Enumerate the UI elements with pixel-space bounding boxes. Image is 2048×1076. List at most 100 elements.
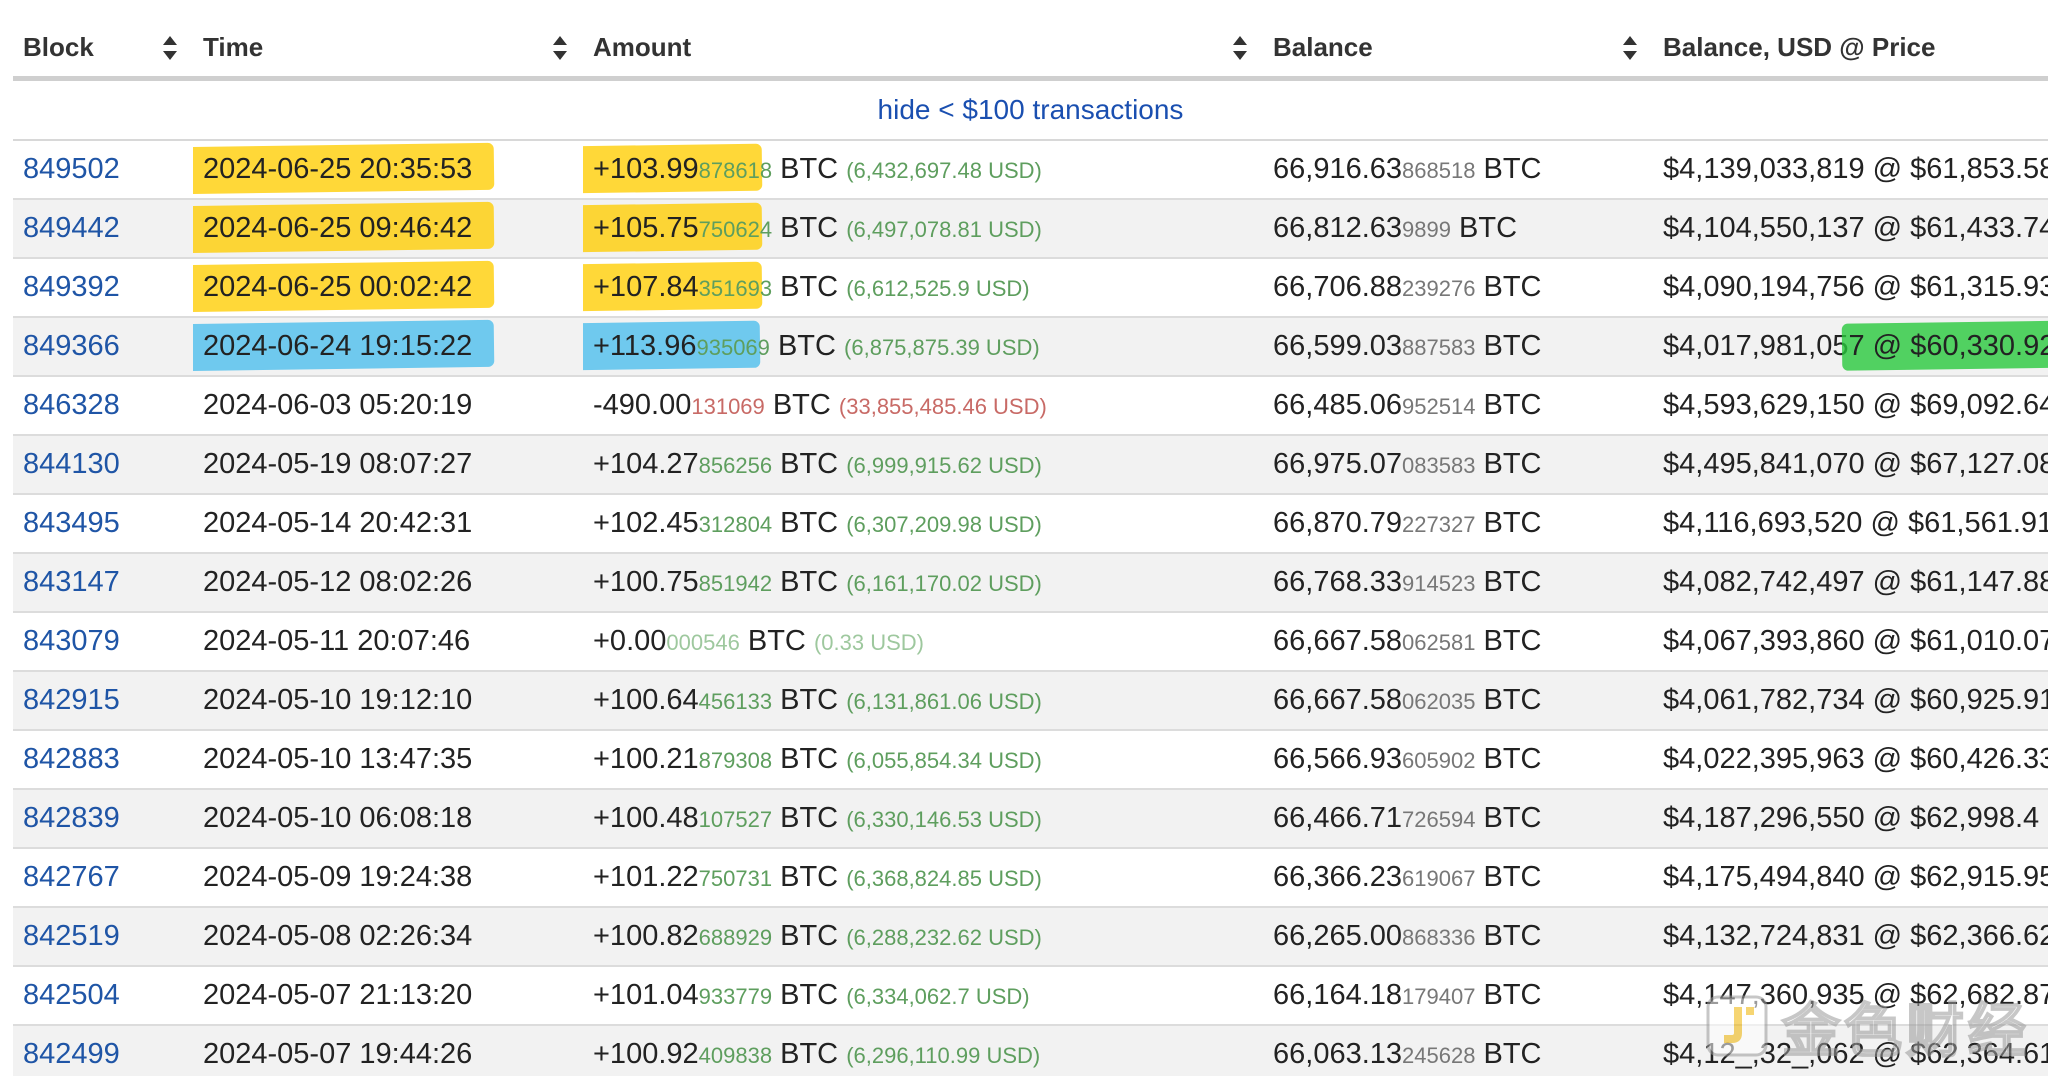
block-link[interactable]: 846328: [23, 389, 120, 421]
column-header-balance-usd[interactable]: Balance, USD @ Price: [1653, 18, 2048, 81]
time-cell: 2024-06-25 00:02:42: [193, 258, 583, 318]
filter-row: hide < $100 transactions: [13, 78, 2048, 141]
block-link[interactable]: 843079: [23, 625, 120, 657]
balance-usd-cell: $4,067,393,860 @ $61,010.07: [1653, 612, 2048, 672]
time-cell: 2024-06-25 20:35:53: [193, 140, 583, 200]
block-link[interactable]: 849502: [23, 153, 120, 185]
block-link[interactable]: 842883: [23, 743, 120, 775]
balance-cell: 66,366.23619067 BTC: [1263, 848, 1653, 908]
balance-unit: BTC: [1483, 802, 1542, 834]
column-header-label: Amount: [593, 31, 692, 62]
balance-usd-cell: $4,090,194,756 @ $61,315.93: [1653, 258, 2048, 318]
table-row: 842883 2024-05-10 13:47:35 +100.21879308 B…: [13, 730, 2048, 790]
balance-main: 66,566.93: [1273, 743, 1403, 775]
table-row: 849392 2024-06-25 00:02:42 +107.84351693 B…: [13, 258, 2048, 318]
balance-cell: 66,566.93605902 BTC: [1263, 730, 1653, 790]
balance-main: 66,265.00: [1273, 920, 1403, 952]
block-link[interactable]: 849366: [23, 330, 120, 362]
balance-usd-value: $4,147,360,935: [1663, 979, 1865, 1011]
block-cell: 843495: [13, 494, 193, 554]
column-header-block[interactable]: Block: [13, 18, 193, 81]
block-link[interactable]: 844130: [23, 448, 120, 480]
block-link[interactable]: 842504: [23, 979, 120, 1011]
time-value: 2024-06-25 00:02:42: [203, 271, 473, 303]
amount-unit: BTC: [780, 861, 839, 893]
time-cell: 2024-05-14 20:42:31: [193, 494, 583, 554]
amount-cell: +0.00000546 BTC (0.33 USD): [583, 612, 1263, 672]
amount-usd: (6,161,170.02 USD): [846, 571, 1042, 596]
balance-unit: BTC: [1483, 507, 1542, 539]
block-link[interactable]: 849442: [23, 212, 120, 244]
balance-cell: 66,667.58062581 BTC: [1263, 612, 1653, 672]
price-value: $61,561.91: [1908, 507, 2048, 539]
column-header-balance[interactable]: Balance: [1263, 18, 1653, 81]
block-link[interactable]: 842839: [23, 802, 120, 834]
balance-fraction: 179407: [1402, 984, 1476, 1009]
table-row: 843495 2024-05-14 20:42:31 +102.45312804 B…: [13, 494, 2048, 554]
balance-cell: 66,975.07083583 BTC: [1263, 435, 1653, 495]
time-value: 2024-05-14 20:42:31: [203, 507, 473, 539]
column-header-amount[interactable]: Amount: [583, 18, 1263, 81]
amount-cell: +103.99878618 BTC (6,432,697.48 USD): [583, 140, 1263, 200]
block-link[interactable]: 842767: [23, 861, 120, 893]
balance-unit: BTC: [1483, 743, 1542, 775]
time-value: 2024-05-09 19:24:38: [203, 861, 473, 893]
block-link[interactable]: 842519: [23, 920, 120, 952]
amount-cell: -490.00131069 BTC (33,855,485.46 USD): [583, 376, 1263, 436]
amount-usd: (6,368,824.85 USD): [846, 866, 1042, 891]
highlight-mark: +107.84351693: [593, 271, 772, 304]
time-value: 2024-05-10 19:12:10: [203, 684, 473, 716]
column-header-label: Balance: [1273, 31, 1373, 62]
amount-fraction: 000546: [666, 630, 740, 655]
time-value: 2024-05-07 21:13:20: [203, 979, 473, 1011]
balance-cell: 66,063.13245628 BTC: [1263, 1025, 1653, 1076]
sort-arrows-icon[interactable]: [1233, 36, 1247, 60]
at-sign: @: [1872, 1038, 1903, 1070]
amount-fraction: 750624: [698, 217, 773, 242]
time-value: 2024-06-25 20:35:53: [203, 153, 473, 185]
block-cell: 843147: [13, 553, 193, 613]
sort-arrows-icon[interactable]: [1623, 36, 1637, 60]
amount-usd: (6,055,854.34 USD): [846, 748, 1042, 773]
balance-usd-cell: $4,593,629,150 @ $69,092.64: [1653, 376, 2048, 436]
balance-fraction: 083583: [1402, 453, 1476, 478]
amount-usd: (0.33 USD): [813, 630, 924, 655]
column-header-time[interactable]: Time: [193, 18, 583, 81]
amount-cell: +102.45312804 BTC (6,307,209.98 USD): [583, 494, 1263, 554]
balance-usd-value: $4,139,033,819: [1663, 153, 1865, 185]
balance-usd-value: $4,132,724,831: [1663, 920, 1865, 952]
filter-cell: hide < $100 transactions: [13, 78, 2048, 141]
amount-fraction: 856256: [698, 453, 773, 478]
amount-unit: BTC: [780, 802, 839, 834]
price-value: $61,147.88: [1910, 566, 2048, 598]
highlight-mark: +105.75750624: [593, 212, 772, 245]
time-cell: 2024-05-09 19:24:38: [193, 848, 583, 908]
amount-cell: +113.96935069 BTC (6,875,875.39 USD): [583, 317, 1263, 377]
balance-usd-cell: $4,116,693,520 @ $61,561.91: [1653, 494, 2048, 554]
block-link[interactable]: 849392: [23, 271, 120, 303]
time-cell: 2024-05-08 02:26:34: [193, 907, 583, 967]
table-row: 843079 2024-05-11 20:07:46 +0.00000546 BTC…: [13, 612, 2048, 672]
block-link[interactable]: 842499: [23, 1038, 120, 1070]
column-header-label: Balance, USD @ Price: [1663, 31, 1936, 62]
block-cell: 842883: [13, 730, 193, 790]
balance-usd-value: $4,12_,32_,062: [1663, 1038, 1865, 1070]
price-value: $67,127.08: [1910, 448, 2048, 480]
highlight-mark: 7 @ $60,330.92: [1848, 330, 2048, 363]
balance-unit: BTC: [1483, 861, 1542, 893]
amount-usd: (6,497,078.81 USD): [846, 217, 1042, 242]
sort-arrows-icon[interactable]: [163, 36, 177, 60]
block-link[interactable]: 843495: [23, 507, 120, 539]
balance-unit: BTC: [1459, 212, 1518, 244]
sort-arrows-icon[interactable]: [553, 36, 567, 60]
balance-fraction: 619067: [1402, 866, 1476, 891]
time-value: 2024-06-03 05:20:19: [203, 389, 473, 421]
balance-fraction: 245628: [1402, 1043, 1476, 1068]
amount-main: +100.21: [593, 743, 699, 775]
block-link[interactable]: 843147: [23, 566, 120, 598]
amount-unit: BTC: [780, 212, 839, 244]
price-value: $61,853.58: [1910, 153, 2048, 185]
balance-usd-cell: $4,12_,32_,062 @ $62,364.61: [1653, 1025, 2048, 1076]
hide-small-transactions-link[interactable]: hide < $100 transactions: [878, 94, 1184, 125]
block-link[interactable]: 842915: [23, 684, 120, 716]
